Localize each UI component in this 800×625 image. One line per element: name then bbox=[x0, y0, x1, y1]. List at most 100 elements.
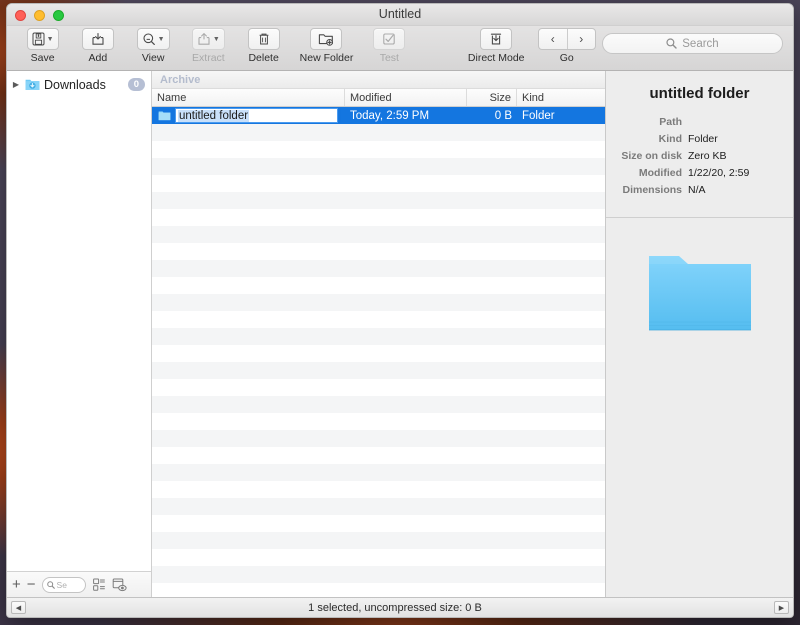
empty-row[interactable] bbox=[152, 243, 605, 260]
empty-row[interactable] bbox=[152, 498, 605, 515]
search-icon bbox=[46, 580, 55, 589]
empty-row[interactable] bbox=[152, 430, 605, 447]
empty-row[interactable] bbox=[152, 566, 605, 583]
sidebar-footer: + − Se bbox=[7, 571, 151, 597]
empty-row[interactable] bbox=[152, 362, 605, 379]
empty-row[interactable] bbox=[152, 175, 605, 192]
toolbar-test-button: Test bbox=[362, 28, 417, 64]
sidebar-item-downloads[interactable]: ▶ Downloads 0 bbox=[7, 75, 151, 94]
table-row[interactable]: untitled folder Today, 2:59 PM 0 B Folder bbox=[152, 107, 605, 124]
downloads-folder-icon bbox=[25, 79, 40, 90]
empty-row[interactable] bbox=[152, 464, 605, 481]
search-placeholder: Search bbox=[682, 37, 719, 50]
remove-source-button[interactable]: − bbox=[27, 577, 36, 592]
status-text: 1 selected, uncompressed size: 0 B bbox=[308, 601, 482, 614]
empty-row[interactable] bbox=[152, 447, 605, 464]
extract-button-face: ▼ bbox=[191, 28, 225, 50]
toolbar-label: Test bbox=[379, 52, 399, 64]
preview-eye-icon[interactable] bbox=[112, 578, 127, 592]
add-source-button[interactable]: + bbox=[12, 577, 21, 592]
add-box-icon bbox=[92, 32, 104, 45]
status-next-button[interactable]: ▶ bbox=[774, 601, 789, 614]
breadcrumb[interactable]: Archive bbox=[152, 71, 605, 89]
add-button-face[interactable] bbox=[81, 28, 114, 50]
new-folder-icon bbox=[319, 34, 334, 46]
main-toolbar: ▼ Save Add ▼ View ▼ Extract Delete New F… bbox=[7, 26, 793, 71]
rename-selected-text: untitled folder bbox=[178, 109, 250, 122]
empty-row[interactable] bbox=[152, 311, 605, 328]
info-key: Kind bbox=[658, 133, 682, 145]
new-folder-button-face[interactable] bbox=[310, 28, 343, 50]
toolbar-label: New Folder bbox=[299, 52, 354, 64]
delete-button-face[interactable] bbox=[247, 28, 280, 50]
info-row: Dimensions N/A bbox=[616, 182, 783, 199]
search-icon bbox=[666, 38, 677, 49]
view-button-face[interactable]: ▼ bbox=[136, 28, 170, 50]
empty-row[interactable] bbox=[152, 277, 605, 294]
empty-row[interactable] bbox=[152, 260, 605, 277]
toolbar-label: Add bbox=[88, 52, 108, 64]
empty-row[interactable] bbox=[152, 583, 605, 597]
window-body: ▶ Downloads 0 + − Se Archive Name Modifi… bbox=[7, 71, 793, 597]
empty-row[interactable] bbox=[152, 294, 605, 311]
folder-icon-large bbox=[648, 256, 751, 331]
info-title: untitled folder bbox=[649, 85, 750, 102]
sidebar-list: ▶ Downloads 0 bbox=[7, 71, 151, 571]
column-header-name[interactable]: Name bbox=[152, 89, 345, 106]
direct-mode-icon bbox=[491, 33, 502, 45]
info-key: Dimensions bbox=[622, 184, 682, 196]
toolbar-view-button[interactable]: ▼ View bbox=[126, 28, 181, 64]
toolbar-new-folder-button[interactable]: New Folder bbox=[291, 28, 361, 64]
info-key: Path bbox=[659, 116, 682, 128]
toolbar-save-button[interactable]: ▼ Save bbox=[15, 28, 70, 64]
sidebar: ▶ Downloads 0 + − Se bbox=[7, 71, 152, 597]
empty-row[interactable] bbox=[152, 379, 605, 396]
nav-segmented-control[interactable]: ‹ › bbox=[537, 28, 596, 50]
empty-row[interactable] bbox=[152, 209, 605, 226]
sidebar-search-input[interactable]: Se bbox=[41, 576, 86, 593]
info-field-list: Path Kind Folder Size on disk Zero KB Modifie… bbox=[606, 114, 793, 199]
empty-row[interactable] bbox=[152, 396, 605, 413]
rename-input[interactable]: untitled folder bbox=[175, 108, 338, 123]
empty-row[interactable] bbox=[152, 515, 605, 532]
toolbar-label: View bbox=[141, 52, 165, 64]
save-button-face[interactable]: ▼ bbox=[26, 28, 59, 50]
empty-row[interactable] bbox=[152, 481, 605, 498]
toolbar-delete-button[interactable]: Delete bbox=[236, 28, 291, 64]
layout-icon[interactable] bbox=[92, 578, 106, 592]
empty-row[interactable] bbox=[152, 124, 605, 141]
column-header-size[interactable]: Size bbox=[467, 89, 517, 106]
chevron-right-icon[interactable]: › bbox=[566, 29, 595, 49]
toolbar-go-nav[interactable]: ‹ › Go bbox=[531, 28, 601, 64]
empty-row[interactable] bbox=[152, 413, 605, 430]
empty-row[interactable] bbox=[152, 549, 605, 566]
toolbar-add-button[interactable]: Add bbox=[70, 28, 125, 64]
info-value: Zero KB bbox=[688, 150, 727, 162]
toolbar-label: Direct Mode bbox=[467, 52, 525, 64]
search-input[interactable]: Search bbox=[601, 33, 784, 54]
column-header-kind[interactable]: Kind bbox=[517, 89, 605, 106]
info-row: Kind Folder bbox=[616, 131, 783, 148]
empty-row[interactable] bbox=[152, 226, 605, 243]
chevron-down-icon: ▼ bbox=[157, 35, 165, 43]
info-key: Modified bbox=[638, 167, 682, 179]
direct-mode-button-face[interactable] bbox=[480, 28, 513, 50]
disclosure-triangle-icon[interactable]: ▶ bbox=[11, 80, 21, 89]
chevron-left-icon[interactable]: ‹ bbox=[539, 29, 567, 49]
cell-name[interactable]: untitled folder bbox=[152, 107, 345, 124]
window-titlebar[interactable]: Untitled bbox=[7, 4, 793, 26]
info-value: 1/22/20, 2:59 bbox=[688, 167, 750, 179]
empty-row[interactable] bbox=[152, 345, 605, 362]
empty-row[interactable] bbox=[152, 192, 605, 209]
extract-box-icon bbox=[198, 32, 210, 45]
save-disk-icon bbox=[32, 32, 45, 46]
chevron-down-icon: ▼ bbox=[212, 35, 220, 43]
sidebar-search-placeholder: Se bbox=[56, 579, 67, 590]
toolbar-label: Save bbox=[30, 52, 55, 64]
empty-row[interactable] bbox=[152, 141, 605, 158]
empty-row[interactable] bbox=[152, 158, 605, 175]
toolbar-direct-mode-button[interactable]: Direct Mode bbox=[461, 28, 531, 64]
empty-row[interactable] bbox=[152, 532, 605, 549]
column-header-modified[interactable]: Modified bbox=[345, 89, 467, 106]
empty-row[interactable] bbox=[152, 328, 605, 345]
